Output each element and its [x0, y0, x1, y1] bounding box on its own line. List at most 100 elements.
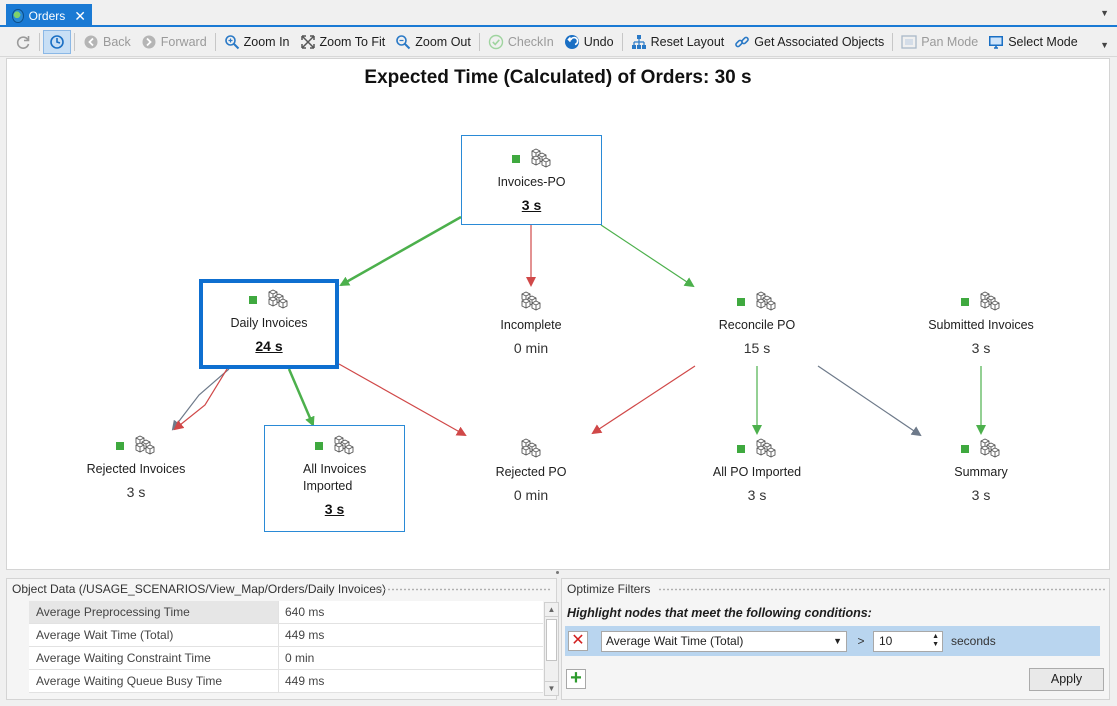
close-icon[interactable]: ✕ [74, 9, 86, 23]
table-row[interactable]: Average Wait Time (Total) 449 ms [29, 624, 543, 647]
node-label: Invoices-PO [497, 175, 566, 189]
node-daily-invoices[interactable]: Daily Invoices 24 s [199, 279, 339, 369]
remove-condition-button[interactable]: ✕ [568, 631, 588, 651]
metric-select[interactable]: Average Wait Time (Total) ▼ [601, 630, 847, 652]
property-value: 0 min [285, 651, 315, 665]
status-indicator-icon [511, 155, 520, 163]
tab-orders[interactable]: Orders ✕ [6, 4, 92, 27]
optimize-filters-header: Optimize Filters [562, 579, 1109, 599]
toolbar-overflow-chevron-icon[interactable]: ▼ [1100, 40, 1109, 50]
status-indicator-icon [249, 296, 257, 304]
panel-splitter-grip[interactable] [556, 571, 559, 574]
node-reconcile-po[interactable]: Reconcile PO 15 s [692, 287, 822, 356]
forward-button[interactable]: Forward [136, 30, 212, 54]
undo-button[interactable]: Undo [559, 30, 619, 54]
back-button[interactable]: Back [78, 30, 136, 54]
node-rejected-po[interactable]: Rejected PO 0 min [471, 434, 591, 503]
undo-label: Undo [583, 35, 614, 49]
node-value[interactable]: 3 s [265, 501, 404, 517]
table-row[interactable]: Average Waiting Queue Busy Time 449 ms [29, 670, 543, 693]
reset-layout-button[interactable]: Reset Layout [626, 30, 730, 54]
unit-label: seconds [951, 634, 996, 648]
pan-mode-label: Pan Mode [921, 35, 979, 49]
node-value: 3 s [126, 484, 146, 500]
node-label: Summary [954, 465, 1008, 479]
select-mode-button[interactable]: Select Mode [983, 30, 1082, 54]
node-incomplete[interactable]: Incomplete 0 min [471, 287, 591, 356]
node-value[interactable]: 24 s [203, 338, 335, 354]
cube-process-icon [520, 289, 542, 311]
edge-invoices-po-to-daily-invoices[interactable] [339, 215, 462, 287]
checkin-label: CheckIn [507, 35, 554, 49]
node-label-line2: Imported [303, 479, 353, 493]
node-all-po-imported[interactable]: All PO Imported 3 s [692, 434, 822, 503]
cube-process-icon [520, 436, 542, 458]
node-rejected-invoices[interactable]: Rejected Invoices 3 s [71, 431, 201, 500]
cube-process-icon [333, 433, 355, 455]
object-data-header: Object Data (/USAGE_SCENARIOS/View_Map/O… [7, 579, 556, 599]
reset-layout-label: Reset Layout [650, 35, 725, 49]
refresh-icon [16, 36, 30, 49]
status-indicator-icon [737, 445, 745, 453]
globe-icon [12, 8, 24, 23]
node-value[interactable]: 3 s [462, 197, 601, 213]
plus-icon: + [570, 667, 582, 689]
node-value: 0 min [513, 487, 549, 503]
cube-process-icon [979, 436, 1001, 458]
checkin-button[interactable]: CheckIn [483, 30, 559, 54]
scroll-up-icon[interactable]: ▲ [545, 603, 558, 617]
table-row[interactable]: Average Waiting Constraint Time 0 min [29, 647, 543, 670]
toolbar-separator [214, 33, 216, 51]
metric-select-value: Average Wait Time (Total) [606, 634, 744, 648]
node-invoices-po[interactable]: Invoices-PO 3 s [461, 135, 602, 225]
zoom-in-button[interactable]: Zoom In [219, 30, 295, 54]
add-condition-button[interactable]: + [566, 667, 586, 689]
node-all-invoices-imported[interactable]: All Invoices Imported 3 s [264, 425, 405, 532]
vertical-scrollbar[interactable]: ▲ ▼ [544, 602, 559, 696]
zoom-out-button[interactable]: Zoom Out [390, 30, 476, 54]
property-grid: Average Preprocessing Time 640 ms Averag… [29, 601, 543, 693]
edge-invoices-po-to-reconcile-po[interactable] [600, 224, 695, 288]
scroll-down-icon[interactable]: ▼ [545, 681, 558, 695]
scroll-thumb[interactable] [546, 619, 557, 661]
edge-daily-invoices-to-rejected-invoices-gray[interactable] [171, 368, 230, 431]
zoom-to-fit-label: Zoom To Fit [319, 35, 386, 49]
stepper-arrows-icon[interactable]: ▲ ▼ [932, 633, 939, 649]
threshold-stepper[interactable]: 10 ▲ ▼ [873, 630, 943, 652]
node-submitted-invoices[interactable]: Submitted Invoices 3 s [911, 287, 1051, 356]
status-indicator-icon [961, 298, 969, 306]
node-summary[interactable]: Summary 3 s [921, 434, 1041, 503]
zoom-to-fit-button[interactable]: Zoom To Fit [295, 30, 391, 54]
edge-reconcile-po-to-rejected-po[interactable] [591, 365, 696, 435]
property-name: Average Waiting Queue Busy Time [29, 670, 279, 692]
table-row[interactable]: Average Preprocessing Time 640 ms [29, 601, 543, 624]
toolbar-separator [478, 33, 480, 51]
optimize-filters-title: Optimize Filters [567, 582, 651, 596]
link-icon [735, 36, 750, 48]
node-label: All PO Imported [712, 465, 802, 479]
process-map-canvas[interactable]: Expected Time (Calculated) of Orders: 30… [6, 58, 1110, 570]
tab-menu-chevron-icon[interactable]: ▼ [1100, 8, 1109, 18]
edge-daily-invoices-to-all-invoices-imported[interactable] [287, 368, 315, 427]
reset-layout-icon [631, 35, 646, 49]
threshold-value: 10 [879, 633, 893, 648]
property-name: Average Preprocessing Time [29, 601, 279, 623]
get-associated-objects-label: Get Associated Objects [754, 35, 885, 49]
optimize-filters-panel: Optimize Filters Highlight nodes that me… [561, 578, 1110, 700]
back-label: Back [103, 35, 131, 49]
history-toggle-button[interactable] [43, 30, 71, 54]
pan-mode-button[interactable]: Pan Mode [896, 30, 983, 54]
node-value: 15 s [743, 340, 771, 356]
zoom-out-label: Zoom Out [415, 35, 471, 49]
status-indicator-icon [314, 442, 323, 450]
forward-arrow-icon [142, 35, 156, 49]
edge-reconcile-po-to-summary[interactable] [817, 365, 922, 437]
refresh-button[interactable] [10, 30, 36, 54]
node-label: Rejected PO [495, 465, 567, 479]
node-value: 3 s [747, 487, 767, 503]
node-value: 3 s [971, 487, 991, 503]
node-label: Daily Invoices [230, 316, 308, 330]
get-associated-objects-button[interactable]: Get Associated Objects [729, 30, 889, 54]
apply-button[interactable]: Apply [1029, 668, 1104, 691]
property-value: 640 ms [285, 605, 325, 619]
